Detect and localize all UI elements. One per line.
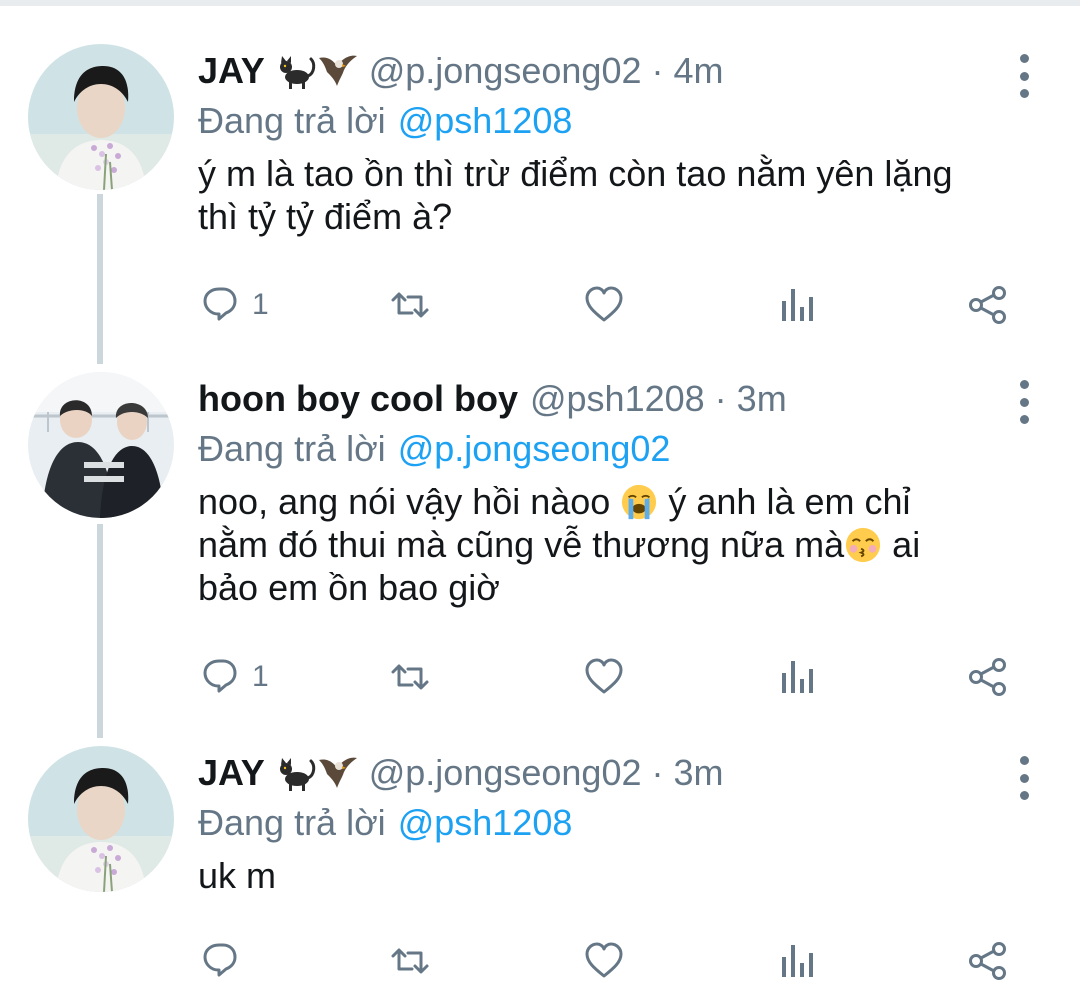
text-line: bảo em ồn bao giờ	[198, 567, 500, 608]
thread-connector	[97, 524, 103, 738]
user-handle[interactable]: @p.jongseong02	[369, 752, 642, 794]
display-name[interactable]: JAY	[198, 50, 265, 92]
text-segment: ai	[892, 524, 921, 565]
heart-icon	[585, 658, 623, 694]
avatar[interactable]	[28, 746, 174, 892]
share-button[interactable]	[968, 652, 1008, 702]
share-icon	[969, 658, 1006, 696]
share-icon	[969, 286, 1006, 324]
reply-to-handle[interactable]: @psh1208	[398, 802, 573, 844]
name-emojis	[277, 50, 359, 92]
separator-dot: ·	[651, 752, 664, 793]
analytics-icon	[782, 661, 813, 693]
analytics-button[interactable]	[778, 652, 818, 702]
user-handle[interactable]: @psh1208	[530, 378, 705, 420]
reply-icon	[203, 943, 237, 977]
timestamp[interactable]: 4m	[674, 50, 724, 92]
heart-icon	[585, 942, 623, 978]
more-vertical-icon[interactable]	[1012, 380, 1036, 424]
heart-icon	[585, 286, 623, 322]
retweet-button[interactable]	[390, 280, 430, 330]
avatar[interactable]	[28, 44, 174, 190]
tweet-actions: 1	[196, 652, 1026, 702]
reply-count: 1	[252, 288, 269, 321]
retweet-icon	[391, 948, 429, 974]
analytics-icon	[782, 289, 813, 321]
reply-prefix: Đang trả lời	[198, 428, 386, 469]
more-vertical-icon[interactable]	[1012, 756, 1036, 800]
black-cat-emoji	[278, 756, 315, 793]
retweet-button[interactable]	[390, 936, 430, 986]
kissing-face-emoji	[845, 526, 882, 564]
more-vertical-icon[interactable]	[1012, 54, 1036, 98]
name-emojis	[277, 752, 359, 794]
tweet-actions: 1	[196, 280, 1026, 330]
replying-to: Đang trả lời @p.jongseong02	[198, 424, 1020, 474]
text-line: ý m là tao ồn thì trừ điểm còn tao nằm y…	[198, 153, 953, 194]
reply-button[interactable]	[202, 936, 252, 986]
tweet-text: noo, ang nói vậy hồi nàoo ý anh là em ch…	[198, 480, 1020, 609]
reply-icon	[203, 659, 237, 693]
reply-prefix: Đang trả lời	[198, 100, 386, 141]
share-button[interactable]	[968, 280, 1008, 330]
reply-button[interactable]: 1	[202, 652, 269, 702]
loudly-crying-face-emoji	[621, 483, 658, 521]
tweet-text: uk m	[198, 854, 1020, 897]
separator-dot: ·	[714, 378, 727, 419]
tweet-header: hoon boy cool boy @psh1208 · 3m	[198, 374, 1020, 424]
retweet-icon	[391, 664, 429, 690]
tweet-actions	[196, 936, 1026, 986]
text-segment: ý anh là em chỉ	[668, 481, 911, 522]
like-button[interactable]	[584, 652, 624, 702]
replying-to: Đang trả lời @psh1208	[198, 798, 1020, 848]
analytics-icon	[782, 945, 813, 977]
eagle-emoji	[318, 757, 357, 788]
share-button[interactable]	[968, 936, 1008, 986]
retweet-icon	[391, 292, 429, 318]
thread-connector	[97, 194, 103, 364]
separator-dot: ·	[651, 50, 664, 91]
reply-to-handle[interactable]: @psh1208	[398, 100, 573, 142]
reply-count: 1	[252, 660, 269, 693]
timestamp[interactable]: 3m	[674, 752, 724, 794]
text-segment: nằm đó thui mà cũng vễ thương nữa mà	[198, 524, 845, 565]
eagle-emoji	[318, 55, 357, 86]
analytics-button[interactable]	[778, 936, 818, 986]
text-segment: noo, ang nói vậy hồi nàoo	[198, 481, 611, 522]
reply-icon	[203, 287, 237, 321]
text-line: nằm đó thui mà cũng vễ thương nữa mà ai	[198, 523, 1020, 566]
tweet-header: JAY @p.jongseong02 · 3m	[198, 748, 1020, 798]
reply-to-handle[interactable]: @p.jongseong02	[398, 428, 671, 470]
reply-prefix: Đang trả lời	[198, 802, 386, 843]
retweet-button[interactable]	[390, 652, 430, 702]
replying-to: Đang trả lời @psh1208	[198, 96, 1020, 146]
text-line: uk m	[198, 855, 277, 896]
tweet-text: ý m là tao ồn thì trừ điểm còn tao nằm y…	[198, 152, 1020, 238]
display-name[interactable]: hoon boy cool boy	[198, 378, 518, 420]
tweet-header: JAY @p.jongseong02 · 4m	[198, 46, 1020, 96]
user-handle[interactable]: @p.jongseong02	[369, 50, 642, 92]
like-button[interactable]	[584, 936, 624, 986]
display-name[interactable]: JAY	[198, 752, 265, 794]
avatar[interactable]	[28, 372, 174, 518]
analytics-button[interactable]	[778, 280, 818, 330]
top-divider	[0, 0, 1080, 6]
like-button[interactable]	[584, 280, 624, 330]
reply-button[interactable]: 1	[202, 280, 269, 330]
text-line: noo, ang nói vậy hồi nàoo ý anh là em ch…	[198, 480, 1020, 523]
share-icon	[969, 942, 1006, 980]
text-line: thì tỷ tỷ điểm à?	[198, 196, 453, 237]
timestamp[interactable]: 3m	[737, 378, 787, 420]
black-cat-emoji	[278, 54, 315, 91]
